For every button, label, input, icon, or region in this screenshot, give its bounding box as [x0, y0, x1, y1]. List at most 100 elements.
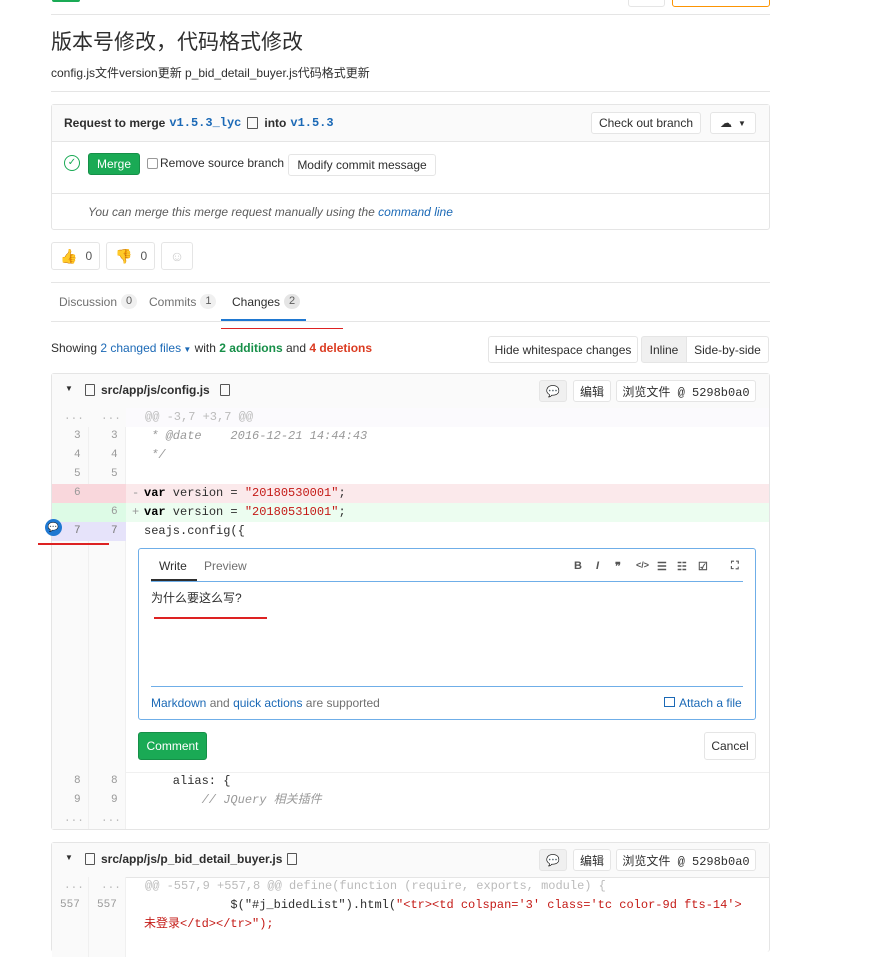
- hide-whitespace-button[interactable]: Hide whitespace changes: [488, 336, 638, 363]
- removed-gutter: [52, 484, 126, 503]
- add-comment-bubble-icon[interactable]: 💬: [45, 519, 62, 536]
- thumbs-down-button[interactable]: 👎 0: [106, 242, 155, 270]
- preview-tab[interactable]: Preview: [204, 559, 247, 573]
- showing-label: Showing: [51, 341, 98, 355]
- cancel-button[interactable]: Cancel: [704, 732, 756, 760]
- diff-line: 3 3 * @date 2016-12-21 14:44:43: [52, 427, 769, 446]
- attach-file-link[interactable]: Attach a file: [664, 696, 742, 710]
- merge-widget: Request to merge v1.5.3_lyc into v1.5.3 …: [51, 104, 770, 230]
- remove-source-label: Remove source branch: [160, 156, 285, 170]
- target-branch[interactable]: v1.5.3: [290, 116, 333, 130]
- line-number-old: 5: [74, 468, 81, 480]
- view-file-button[interactable]: 浏览文件 @ 5298b0a0: [616, 380, 756, 402]
- quote-icon[interactable]: ❞: [615, 560, 621, 573]
- code-line: alias: {: [144, 774, 231, 788]
- edit-file-button[interactable]: 编辑: [573, 380, 611, 402]
- copy-branch-icon[interactable]: [247, 117, 259, 129]
- copy-path-icon[interactable]: [287, 853, 297, 865]
- inline-view-button[interactable]: Inline: [641, 336, 687, 363]
- tab-discussion-count: 0: [121, 294, 138, 309]
- italic-icon[interactable]: I: [596, 560, 599, 572]
- hunk-header: @@ -557,9 +557,8 @@ define(function (req…: [145, 879, 606, 893]
- merge-request-line: Request to merge v1.5.3_lyc into v1.5.3: [64, 116, 334, 130]
- tab-changes[interactable]: Changes 2: [232, 294, 301, 309]
- thumbs-up-icon: 👍: [60, 247, 78, 264]
- line-number-old: 9: [74, 794, 81, 806]
- file-header: ▼ src/app/js/config.js 💬 编辑 浏览文件 @ 5298b…: [52, 374, 769, 409]
- code-string: "<tr><td colspan='3' class='tc color-9d …: [396, 898, 742, 912]
- code-line-removed: var version = "20180530001";: [144, 486, 346, 500]
- comment-textarea[interactable]: 为什么要这么写?: [151, 589, 242, 606]
- diff-hunk-line: ... ... @@ -557,9 +557,8 @@ define(funct…: [52, 877, 769, 896]
- thumbs-up-count: 0: [85, 249, 93, 263]
- plus-sign: +: [132, 505, 140, 519]
- diff-line: 9 9 // JQuery 相关插件: [52, 791, 769, 810]
- tab-discussion-label: Discussion: [59, 294, 118, 309]
- markdown-link[interactable]: Markdown: [151, 696, 206, 710]
- write-tab[interactable]: Write: [159, 559, 187, 573]
- top-edit-button[interactable]: [628, 0, 665, 7]
- code-line-added: var version = "20180531001";: [144, 505, 346, 519]
- tab-changes-count: 2: [284, 294, 301, 309]
- file-path[interactable]: src/app/js/p_bid_detail_buyer.js: [101, 852, 282, 866]
- comment-button[interactable]: Comment: [138, 732, 207, 760]
- code-line: seajs.config({: [144, 524, 245, 538]
- copy-path-icon[interactable]: [220, 384, 230, 396]
- tab-changes-label: Changes: [232, 294, 281, 309]
- tab-commits-count: 1: [200, 294, 217, 309]
- numbered-list-icon[interactable]: ☷: [677, 560, 687, 573]
- modify-commit-button[interactable]: Modify commit message: [288, 154, 436, 176]
- diff-line-wrap: 未登录</td></tr>");: [52, 915, 769, 934]
- code-line: * @date 2016-12-21 14:44:43: [144, 429, 368, 443]
- tab-discussion[interactable]: Discussion 0: [59, 294, 138, 309]
- file-path[interactable]: src/app/js/config.js: [101, 383, 210, 397]
- deletions-count: 4 deletions: [309, 341, 373, 355]
- quick-actions-link[interactable]: quick actions: [233, 696, 302, 710]
- minus-sign: -: [132, 486, 140, 500]
- code-string: 未登录</td></tr>");: [144, 917, 274, 931]
- checkout-branch-button[interactable]: Check out branch: [591, 112, 701, 134]
- collapse-caret-icon[interactable]: ▼: [65, 384, 73, 393]
- chevron-down-icon: ▼: [738, 118, 746, 128]
- download-dropdown-button[interactable]: ☁ ▼: [710, 112, 756, 134]
- merge-button[interactable]: Merge: [88, 153, 140, 175]
- line-number-new: 5: [111, 468, 118, 480]
- with-label: with: [194, 341, 216, 355]
- bold-icon[interactable]: B: [574, 560, 582, 572]
- bullet-list-icon[interactable]: ☰: [657, 560, 667, 573]
- line-number-new: ...: [101, 813, 121, 825]
- remove-source-checkbox[interactable]: [147, 158, 158, 169]
- view-file-button[interactable]: 浏览文件 @ 5298b0a0: [616, 849, 756, 871]
- changed-files-dropdown[interactable]: 2 changed files: [100, 341, 181, 355]
- toggle-comments-button[interactable]: 💬: [539, 849, 567, 871]
- edit-file-button[interactable]: 编辑: [573, 849, 611, 871]
- source-branch[interactable]: v1.5.3_lyc: [169, 116, 241, 130]
- line-number-new: 7: [111, 525, 118, 537]
- toggle-comments-button[interactable]: 💬: [539, 380, 567, 402]
- add-emoji-button[interactable]: ☺: [161, 242, 193, 270]
- top-close-button[interactable]: [672, 0, 770, 7]
- thumbs-down-icon: 👎: [115, 247, 133, 264]
- fullscreen-icon[interactable]: ⛶: [731, 560, 739, 573]
- collapse-caret-icon[interactable]: ▼: [65, 853, 73, 862]
- task-list-icon[interactable]: ☑: [698, 560, 708, 573]
- diff-line-expand[interactable]: ... ...: [52, 810, 769, 829]
- code-line: $("#j_bidedList").html("<tr><td colspan=…: [144, 896, 742, 915]
- line-number-new: 6: [111, 506, 118, 518]
- command-line-link[interactable]: command line: [378, 205, 453, 219]
- code-icon[interactable]: </>: [636, 560, 649, 570]
- hunk-header: @@ -3,7 +3,7 @@: [145, 410, 254, 424]
- line-number-old: 3: [74, 430, 81, 442]
- comment-icon: 💬: [546, 854, 560, 867]
- top-divider: [51, 14, 770, 15]
- line-number-old: 557: [60, 899, 80, 911]
- side-by-side-button[interactable]: Side-by-side: [686, 336, 769, 363]
- annotation-underline-comment: [154, 617, 267, 619]
- into-label: into: [264, 116, 287, 130]
- annotation-underline-line7: [38, 543, 109, 545]
- line-number-new: ...: [101, 411, 121, 423]
- form-tabs-divider: [151, 581, 743, 582]
- thumbs-up-button[interactable]: 👍 0: [51, 242, 100, 270]
- comment-form: Write Preview B I ❞ </> ☰ ☷ ☑ ⛶ 为什么要这么写?…: [138, 548, 756, 720]
- tab-commits[interactable]: Commits 1: [149, 294, 217, 309]
